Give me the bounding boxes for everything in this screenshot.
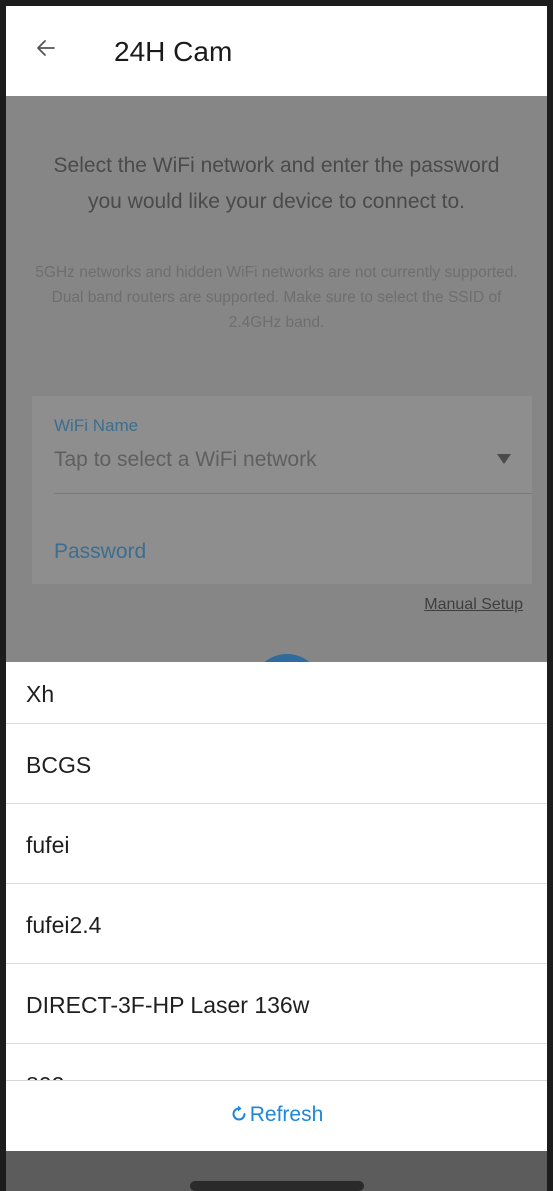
note-text: 5GHz networks and hidden WiFi networks a… <box>35 264 518 331</box>
refresh-label: Refresh <box>249 1103 324 1126</box>
system-nav-bar <box>6 1151 547 1191</box>
triangle-down-icon[interactable] <box>497 454 511 464</box>
wifi-name-label: WiFi Name <box>54 416 139 435</box>
network-item[interactable]: fufei <box>6 804 547 884</box>
network-name: DIRECT-3F-HP Laser 136w <box>26 992 310 1018</box>
app-bar: 24H Cam <box>6 6 547 96</box>
wifi-network-list: Xh BCGS fufei fufei2.4 DIRECT-3F-HP Lase… <box>6 662 547 1086</box>
network-item[interactable]: BCGS <box>6 724 547 804</box>
network-name: fufei <box>26 832 70 858</box>
phone-screen: 24H Cam Select the WiFi network and ente… <box>6 6 547 1191</box>
network-item[interactable]: fufei2.4 <box>6 884 547 964</box>
page-title: 24H Cam <box>114 36 233 67</box>
password-field[interactable]: Password <box>54 540 146 564</box>
network-name: fufei2.4 <box>26 912 102 938</box>
wifi-form: WiFi Name Tap to select a WiFi network P… <box>32 396 532 584</box>
wifi-select-field[interactable]: Tap to select a WiFi network <box>54 448 317 472</box>
refresh-content: Refresh <box>6 1103 547 1127</box>
network-item[interactable]: DIRECT-3F-HP Laser 136w <box>6 964 547 1044</box>
network-name: BCGS <box>26 752 92 778</box>
dimmed-background: Select the WiFi network and enter the pa… <box>6 96 547 724</box>
arrow-left-icon[interactable] <box>34 36 58 60</box>
network-name: Xh <box>26 681 55 707</box>
home-indicator[interactable] <box>190 1181 364 1191</box>
field-divider <box>54 493 532 494</box>
refresh-button[interactable]: Refresh <box>6 1081 547 1151</box>
refresh-icon <box>232 1105 246 1121</box>
network-item[interactable]: Xh <box>6 662 547 724</box>
instruction-text: Select the WiFi network and enter the pa… <box>53 154 500 213</box>
manual-setup-link[interactable]: Manual Setup <box>424 596 523 614</box>
